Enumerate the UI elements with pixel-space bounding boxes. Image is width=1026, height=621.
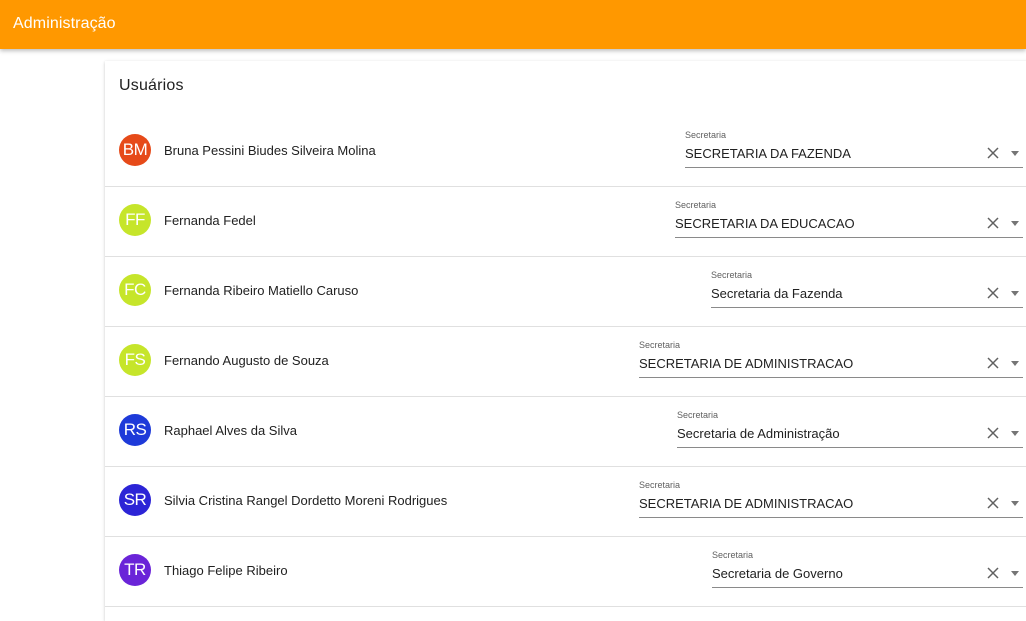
secretaria-select[interactable]: Secretaria Secretaria de Administração	[677, 407, 1023, 448]
secretaria-select[interactable]: Secretaria SECRETARIA DE ADMINISTRACAO	[639, 337, 1023, 378]
secretaria-label: Secretaria	[677, 410, 719, 420]
close-icon[interactable]	[985, 495, 1001, 511]
secretaria-label: Secretaria	[675, 200, 717, 210]
avatar: TR	[119, 554, 151, 586]
secretaria-select[interactable]: Secretaria SECRETARIA DA FAZENDA	[685, 127, 1023, 168]
users-card: Usuários BM Bruna Pessini Biudes Silveira…	[105, 61, 1026, 621]
secretaria-label: Secretaria	[712, 550, 754, 560]
user-name: Raphael Alves da Silva	[164, 423, 297, 438]
user-row: FF Fernanda Fedel Secretaria SECRETARIA DA …	[105, 187, 1026, 257]
avatar: SR	[119, 484, 151, 516]
user-row: FC Fernanda Ribeiro Matiello Caruso Secret…	[105, 257, 1026, 327]
chevron-down-icon[interactable]	[1011, 431, 1019, 436]
chevron-down-icon[interactable]	[1011, 361, 1019, 366]
user-row: SR Silvia Cristina Rangel Dordetto Moreni…	[105, 467, 1026, 537]
close-icon[interactable]	[985, 425, 1001, 441]
user-name: Fernanda Fedel	[164, 213, 256, 228]
close-icon[interactable]	[985, 145, 1001, 161]
card-title: Usuários	[119, 77, 184, 94]
close-icon[interactable]	[985, 285, 1001, 301]
secretaria-value: Secretaria de Administração	[677, 426, 840, 441]
secretaria-label: Secretaria	[711, 270, 753, 280]
close-icon[interactable]	[985, 565, 1001, 581]
user-row: RS Raphael Alves da Silva Secretaria Secret…	[105, 397, 1026, 467]
secretaria-select[interactable]: Secretaria Secretaria da Fazenda	[711, 267, 1023, 308]
avatar: RS	[119, 414, 151, 446]
secretaria-value: SECRETARIA DE ADMINISTRACAO	[639, 496, 854, 511]
avatar: FC	[119, 274, 151, 306]
chevron-down-icon[interactable]	[1011, 221, 1019, 226]
app-bar: Administração	[0, 0, 1026, 49]
user-row: TR Thiago Felipe Ribeiro Secretaria Secreta…	[105, 537, 1026, 607]
secretaria-label: Secretaria	[639, 340, 681, 350]
secretaria-label: Secretaria	[639, 480, 681, 490]
close-icon[interactable]	[985, 215, 1001, 231]
secretaria-value: SECRETARIA DA FAZENDA	[685, 146, 851, 161]
chevron-down-icon[interactable]	[1011, 291, 1019, 296]
secretaria-select[interactable]: Secretaria Secretaria de Governo	[712, 547, 1023, 588]
chevron-down-icon[interactable]	[1011, 501, 1019, 506]
secretaria-label: Secretaria	[685, 130, 727, 140]
secretaria-value: Secretaria da Fazenda	[711, 286, 843, 301]
user-name: Fernando Augusto de Souza	[164, 353, 329, 368]
chevron-down-icon[interactable]	[1011, 571, 1019, 576]
avatar: FS	[119, 344, 151, 376]
avatar: FF	[119, 204, 151, 236]
user-row: FS Fernando Augusto de Souza Secretaria SEC…	[105, 327, 1026, 397]
user-name: Thiago Felipe Ribeiro	[164, 563, 288, 578]
user-row: BM Bruna Pessini Biudes Silveira Molina Se…	[105, 117, 1026, 187]
secretaria-value: Secretaria de Governo	[712, 566, 843, 581]
user-name: Fernanda Ribeiro Matiello Caruso	[164, 283, 359, 298]
avatar: BM	[119, 134, 151, 166]
user-name: Bruna Pessini Biudes Silveira Molina	[164, 143, 376, 158]
secretaria-value: SECRETARIA DE ADMINISTRACAO	[639, 356, 854, 371]
app-title: Administração	[13, 15, 116, 32]
user-name: Silvia Cristina Rangel Dordetto Moreni R…	[164, 493, 448, 508]
close-icon[interactable]	[985, 355, 1001, 371]
user-list: BM Bruna Pessini Biudes Silveira Molina Se…	[105, 117, 1026, 607]
chevron-down-icon[interactable]	[1011, 151, 1019, 156]
secretaria-value: SECRETARIA DA EDUCACAO	[675, 216, 855, 231]
secretaria-select[interactable]: Secretaria SECRETARIA DE ADMINISTRACAO	[639, 477, 1023, 518]
secretaria-select[interactable]: Secretaria SECRETARIA DA EDUCACAO	[675, 197, 1023, 238]
